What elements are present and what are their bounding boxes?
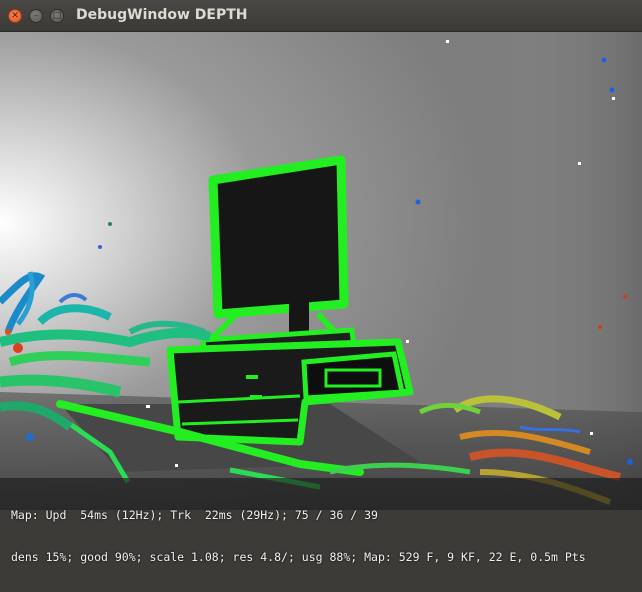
title-bar[interactable]: ✕ – □ DebugWindow DEPTH: [0, 0, 642, 32]
minimize-window-button[interactable]: –: [29, 9, 43, 23]
minimize-icon: –: [33, 11, 39, 21]
status-line-density: dens 15%; good 90%; scale 1.08; res 4.8/…: [11, 550, 586, 564]
window-title: DebugWindow DEPTH: [76, 7, 248, 23]
depth-image: [0, 32, 642, 510]
maximize-icon: □: [52, 11, 62, 21]
status-overlay: Map: Upd 54ms (12Hz); Trk 22ms (29Hz); 7…: [0, 480, 642, 564]
debug-window: ✕ – □ DebugWindow DEPTH Map: Upd 54ms (1…: [0, 0, 642, 564]
status-line-map-tracking: Map: Upd 54ms (12Hz); Trk 22ms (29Hz); 7…: [11, 508, 378, 522]
close-window-button[interactable]: ✕: [8, 9, 22, 23]
close-icon: ✕: [11, 11, 19, 21]
maximize-window-button[interactable]: □: [50, 9, 64, 23]
depth-view[interactable]: [0, 32, 642, 510]
